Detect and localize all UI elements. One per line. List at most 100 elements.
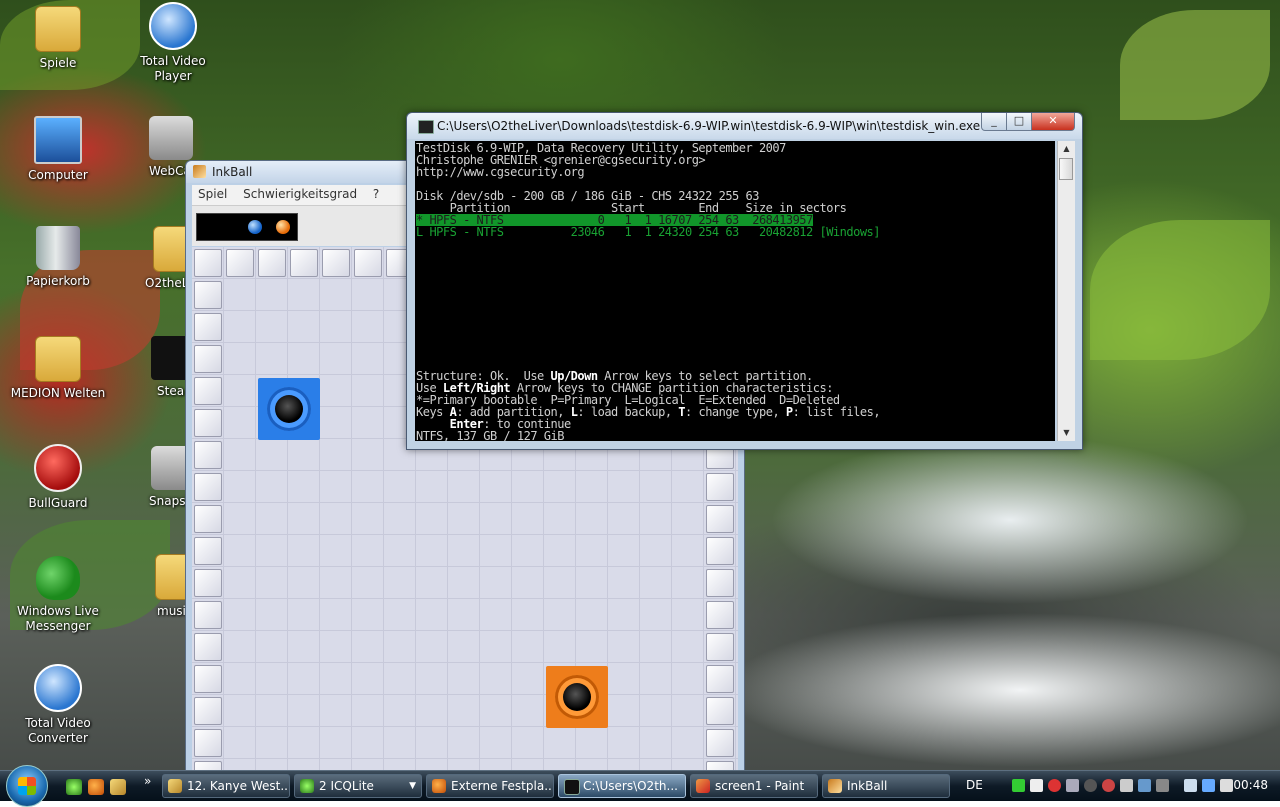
desktop-icon-bullguard[interactable]: BullGuard bbox=[10, 444, 106, 511]
computer-icon bbox=[34, 116, 82, 164]
help-key: P bbox=[785, 405, 793, 419]
wall-brick bbox=[194, 377, 222, 405]
desktop-icon-windows-live-messenger[interactable]: Windows Live Messenger bbox=[10, 556, 106, 634]
console-screen[interactable]: TestDisk 6.9-WIP, Data Recovery Utility,… bbox=[415, 141, 1055, 441]
desktop-icon-steam[interactable]: Stea bbox=[125, 336, 195, 399]
help-text: : change type, bbox=[685, 405, 786, 419]
inkball-app-icon bbox=[193, 165, 206, 178]
console-vertical-scrollbar[interactable]: ▲ ▼ bbox=[1057, 141, 1075, 441]
console-app-icon bbox=[418, 120, 434, 134]
task-kanye-west[interactable]: 12. Kanye West... bbox=[162, 774, 290, 798]
maximize-button[interactable]: □ bbox=[1006, 113, 1032, 131]
task-label: Externe Festpla... bbox=[451, 779, 554, 793]
desktop-icon-label: MEDION Welten bbox=[10, 386, 106, 400]
wall-brick bbox=[706, 633, 734, 661]
tray-display-icon[interactable] bbox=[1138, 779, 1151, 792]
language-indicator[interactable]: DE bbox=[966, 778, 983, 792]
wall-brick bbox=[194, 697, 222, 725]
scroll-down-icon[interactable]: ▼ bbox=[1058, 425, 1075, 441]
task-label: C:\Users\O2th... bbox=[583, 779, 678, 793]
wall-brick bbox=[194, 729, 222, 757]
wall-brick bbox=[322, 249, 350, 277]
console-line-partition-info: NTFS, 137 GB / 127 GiB bbox=[416, 429, 564, 441]
quicklaunch-more-icon[interactable]: » bbox=[144, 774, 151, 788]
task-icqlite[interactable]: 2 ICQLite ▼ bbox=[294, 774, 422, 798]
task-testdisk-console[interactable]: C:\Users\O2th... bbox=[558, 774, 686, 798]
messenger-icon bbox=[36, 556, 80, 600]
wall-brick bbox=[354, 249, 382, 277]
desktop-icon-music[interactable]: musi bbox=[125, 554, 201, 619]
tray-app-icon[interactable] bbox=[1012, 779, 1025, 792]
desktop-icon-webcam[interactable]: WebCa bbox=[125, 116, 193, 179]
wall-brick bbox=[194, 345, 222, 373]
desktop-icon-label: Snapsh bbox=[149, 494, 194, 508]
tray-steam-icon[interactable] bbox=[1084, 779, 1097, 792]
winamp-icon bbox=[168, 779, 182, 793]
recycle-bin-icon bbox=[36, 226, 80, 270]
tray-bullguard-icon[interactable] bbox=[1102, 779, 1115, 792]
task-inkball[interactable]: InkBall bbox=[822, 774, 950, 798]
tray-volume-icon[interactable] bbox=[1220, 779, 1233, 792]
wall-brick bbox=[194, 633, 222, 661]
desktop-icon-snapshot[interactable]: Snapsh bbox=[125, 446, 195, 509]
icq-quicklaunch-icon[interactable] bbox=[66, 779, 82, 795]
desktop-icon-label: musi bbox=[157, 604, 186, 618]
firefox-quicklaunch-icon[interactable] bbox=[88, 779, 104, 795]
inkball-title: InkBall bbox=[212, 165, 253, 179]
wall-brick bbox=[706, 537, 734, 565]
wall-brick bbox=[226, 249, 254, 277]
clock[interactable]: 00:48 bbox=[1233, 778, 1268, 792]
tray-app-icon[interactable] bbox=[1030, 779, 1043, 792]
console-icon bbox=[564, 779, 580, 795]
tray-security-icon[interactable] bbox=[1048, 779, 1061, 792]
games-folder-icon bbox=[35, 6, 81, 52]
group-dropdown-icon: ▼ bbox=[409, 781, 416, 791]
tray-device-icon[interactable] bbox=[1156, 779, 1169, 792]
wall-brick bbox=[194, 665, 222, 693]
tray-speaker-icon[interactable] bbox=[1120, 779, 1133, 792]
menu-help[interactable]: ? bbox=[367, 185, 385, 203]
desktop-icon-label: Computer bbox=[28, 168, 88, 182]
icq-icon bbox=[300, 779, 314, 793]
desktop-icon-total-video-converter[interactable]: Total Video Converter bbox=[10, 664, 106, 746]
help-text: : list files, bbox=[792, 405, 881, 419]
blue-ball-icon bbox=[248, 220, 262, 234]
wall-brick bbox=[706, 665, 734, 693]
desktop-icon-o2theliver[interactable]: O2theL bbox=[125, 226, 199, 291]
inkball-icon bbox=[828, 779, 842, 793]
console-line-url: http://www.cgsecurity.org bbox=[416, 165, 585, 179]
tray-app-icon[interactable] bbox=[1066, 779, 1079, 792]
desktop-icon-computer[interactable]: Computer bbox=[10, 116, 106, 183]
desktop-icon-label: Total Video Converter bbox=[25, 716, 91, 745]
wall-brick bbox=[706, 569, 734, 597]
scroll-thumb[interactable] bbox=[1059, 158, 1073, 180]
task-paint[interactable]: screen1 - Paint bbox=[690, 774, 818, 798]
menu-spiel[interactable]: Spiel bbox=[192, 185, 233, 203]
desktop-icon-total-video-player[interactable]: Total Video Player bbox=[125, 2, 221, 84]
menu-schwierigkeitsgrad[interactable]: Schwierigkeitsgrad bbox=[237, 185, 363, 203]
task-externe-festplatte[interactable]: Externe Festpla... bbox=[426, 774, 554, 798]
desktop-icon-papierkorb[interactable]: Papierkorb bbox=[10, 226, 106, 289]
start-button[interactable] bbox=[6, 765, 48, 807]
orange-ball-icon bbox=[276, 220, 290, 234]
close-button[interactable]: ✕ bbox=[1031, 113, 1075, 131]
wall-brick bbox=[194, 249, 222, 277]
testdisk-console-window[interactable]: C:\Users\O2theLiver\Downloads\testdisk-6… bbox=[406, 112, 1083, 450]
winamp-quicklaunch-icon[interactable] bbox=[110, 779, 126, 795]
wall-brick bbox=[194, 473, 222, 501]
tray-safely-remove-icon[interactable] bbox=[1184, 779, 1197, 792]
partition-row[interactable]: L HPFS - NTFS 23046 1 1 24320 254 63 204… bbox=[416, 226, 881, 238]
desktop-icon-label: Stea bbox=[157, 384, 185, 398]
minimize-button[interactable]: _ bbox=[981, 113, 1007, 131]
desktop-icon-medion-welten[interactable]: MEDION Welten bbox=[10, 336, 106, 401]
wall-brick bbox=[706, 697, 734, 725]
console-title: C:\Users\O2theLiver\Downloads\testdisk-6… bbox=[437, 119, 981, 133]
desktop-icon-spiele[interactable]: Spiele bbox=[10, 6, 106, 71]
wall-brick bbox=[194, 409, 222, 437]
desktop-icon-label: O2theL bbox=[145, 276, 189, 290]
paint-icon bbox=[696, 779, 710, 793]
medion-folder-icon bbox=[35, 336, 81, 382]
tray-network-icon[interactable] bbox=[1202, 779, 1215, 792]
wall-brick bbox=[194, 569, 222, 597]
scroll-up-icon[interactable]: ▲ bbox=[1058, 141, 1075, 157]
